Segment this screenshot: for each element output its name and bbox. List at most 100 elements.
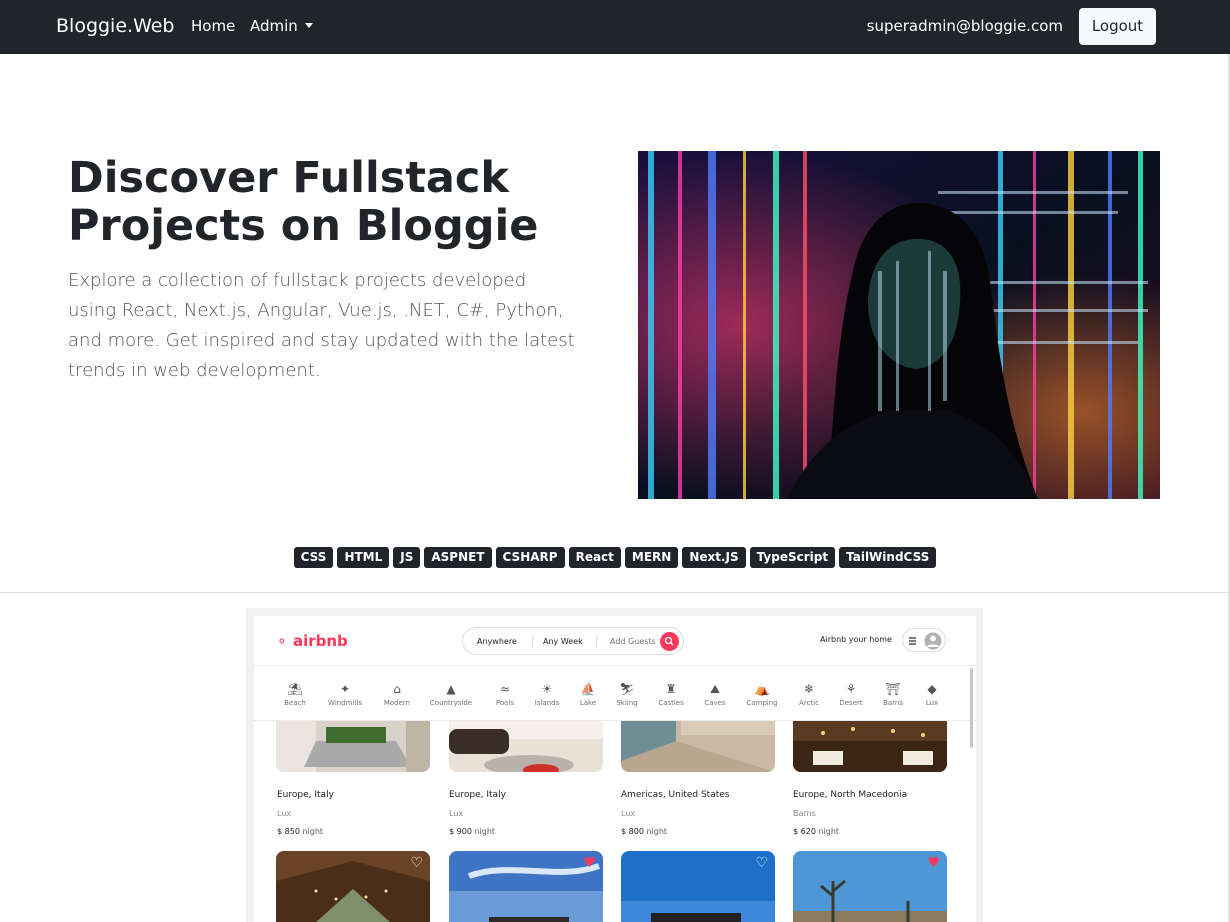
cactus-icon: ⚘: [845, 682, 857, 696]
airbnb-category-label: Barns: [883, 699, 903, 707]
brand-link[interactable]: Bloggie.Web: [56, 15, 175, 37]
airbnb-category-countryside: ▲ Countryside: [429, 682, 473, 707]
listing-image: ♥: [793, 851, 947, 922]
hero-image-art: [638, 151, 1160, 499]
airbnb-category-label: Pools: [495, 699, 515, 707]
tag-csharp[interactable]: CSHARP: [495, 547, 565, 568]
airbnb-search-separator: [596, 636, 597, 647]
heart-icon: ♡: [410, 855, 423, 871]
tag-list: CSS HTML JS ASPNET CSHARP React MERN Nex…: [0, 547, 1230, 568]
airbnb-category-arctic: ❄ Arctic: [787, 682, 831, 707]
tag-html[interactable]: HTML: [337, 547, 390, 568]
listing-price: $ 800 night: [621, 827, 667, 836]
listing-image: [449, 721, 603, 772]
listing-price-unit: night: [646, 827, 668, 836]
cave-icon: ⛰: [709, 682, 721, 696]
airbnb-host-link: Airbnb your home: [820, 635, 892, 644]
pool-icon: ≈: [499, 682, 511, 696]
airbnb-category-label: Caves: [704, 699, 726, 707]
listing-price-amount: $ 620: [793, 827, 816, 836]
airbnb-category-label: Desert: [839, 699, 863, 707]
airbnb-category-label: Windmills: [328, 699, 362, 707]
airbnb-search-guests: Add Guests: [610, 637, 656, 646]
airbnb-category-camping: ⛺ Camping: [740, 682, 784, 707]
airbnb-category-label: Lake: [579, 699, 597, 707]
airbnb-category-label: Islands: [534, 699, 560, 707]
airbnb-scrollbar: [970, 668, 973, 748]
airbnb-category-modern: ⌂ Modern: [375, 682, 419, 707]
listing-price-unit: night: [818, 827, 840, 836]
menu-icon: [909, 637, 916, 645]
airbnb-logo-icon: ⚬: [276, 634, 288, 650]
castle-icon: ♜: [665, 682, 677, 696]
listing-location: Americas, United States: [621, 790, 730, 800]
user-email: superadmin@bloggie.com: [866, 17, 1063, 35]
airbnb-category-castles: ♜ Castles: [649, 682, 693, 707]
listing-location: Europe, Italy: [277, 790, 334, 800]
search-icon: [660, 632, 679, 651]
listing-price-unit: night: [302, 827, 324, 836]
section-divider: [0, 592, 1230, 593]
chevron-down-icon: [304, 23, 313, 28]
airbnb-category-label: Arctic: [799, 699, 819, 707]
listing-price-amount: $ 850: [277, 827, 300, 836]
airbnb-logo: ⚬ airbnb: [276, 632, 348, 650]
listing-price: $ 620 night: [793, 827, 839, 836]
airbnb-logo-text: airbnb: [292, 632, 348, 650]
tag-tailwindcss[interactable]: TailWindCSS: [839, 547, 937, 568]
heart-icon: ♡: [755, 855, 768, 871]
airbnb-search-where: Anywhere: [477, 637, 517, 646]
windmill-icon: ✦: [339, 682, 351, 696]
listing-image: ♡: [276, 851, 430, 922]
project-preview-image[interactable]: ⚬ airbnb Anywhere Any Week Add Guests Ai…: [246, 608, 983, 922]
modern-house-icon: ⌂: [393, 682, 401, 696]
skiing-icon: ⛷: [619, 682, 635, 696]
listing-price-unit: night: [474, 827, 496, 836]
nav-home-link[interactable]: Home: [191, 17, 235, 35]
tag-css[interactable]: CSS: [293, 547, 334, 568]
airbnb-screenshot: ⚬ airbnb Anywhere Any Week Add Guests Ai…: [254, 616, 976, 922]
tag-typescript[interactable]: TypeScript: [749, 547, 836, 568]
hero-image: [638, 151, 1160, 499]
airbnb-category-windmills: ✦ Windmills: [323, 682, 367, 707]
snowflake-icon: ❄: [803, 682, 815, 696]
listing-category: Barns: [793, 809, 816, 818]
navbar: Bloggie.Web Home Admin superadmin@bloggi…: [0, 0, 1230, 54]
listing-price-amount: $ 900: [449, 827, 472, 836]
airbnb-category-label: Countryside: [429, 699, 473, 707]
avatar-icon: [924, 632, 942, 650]
airbnb-user-menu: [902, 628, 946, 652]
tag-nextjs[interactable]: Next.JS: [682, 547, 746, 568]
airbnb-category-pools: ≈ Pools: [483, 682, 527, 707]
airbnb-search-bar: Anywhere Any Week Add Guests: [462, 627, 684, 655]
airbnb-category-lake: ⛵ Lake: [566, 682, 610, 707]
listing-location: Europe, Italy: [449, 790, 506, 800]
listing-image: ♡: [621, 851, 775, 922]
airbnb-header-divider: [254, 665, 976, 666]
lake-icon: ⛵: [580, 682, 596, 696]
barn-icon: ⛩: [885, 682, 901, 696]
tag-js[interactable]: JS: [393, 547, 421, 568]
logout-button[interactable]: Logout: [1079, 8, 1156, 45]
airbnb-search-when: Any Week: [543, 637, 583, 646]
tag-aspnet[interactable]: ASPNET: [424, 547, 492, 568]
airbnb-search-separator: [532, 636, 533, 647]
tag-react[interactable]: React: [568, 547, 621, 568]
nav-admin-dropdown[interactable]: Admin: [250, 17, 313, 35]
airbnb-category-beach: ⛱ Beach: [273, 682, 317, 707]
airbnb-category-label: Castles: [658, 699, 684, 707]
listing-image: [621, 721, 775, 772]
tag-mern[interactable]: MERN: [624, 547, 679, 568]
airbnb-category-caves: ⛰ Caves: [693, 682, 737, 707]
airbnb-category-islands: ☀ Islands: [525, 682, 569, 707]
listing-category: Lux: [621, 809, 636, 818]
airbnb-category-label: Camping: [746, 699, 778, 707]
listing-image: ♥: [449, 851, 603, 922]
camping-icon: ⛺: [754, 682, 770, 696]
airbnb-category-barns: ⛩ Barns: [871, 682, 915, 707]
airbnb-category-label: Modern: [383, 699, 411, 707]
island-icon: ☀: [541, 682, 553, 696]
listing-price: $ 900 night: [449, 827, 495, 836]
mountain-icon: ▲: [446, 682, 456, 696]
listing-price-amount: $ 800: [621, 827, 644, 836]
